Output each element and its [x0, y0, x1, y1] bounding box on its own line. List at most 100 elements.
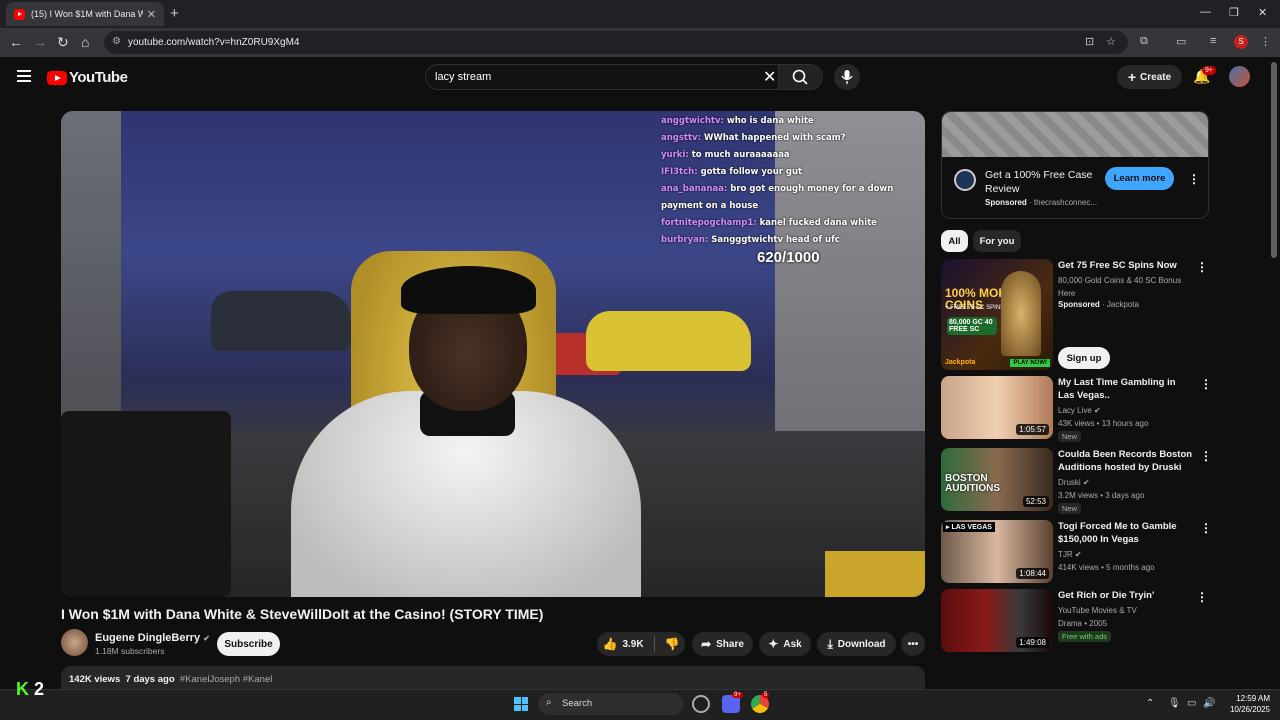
related-title[interactable]: My Last Time Gambling in Las Vegas.. — [1058, 376, 1193, 402]
related-channel[interactable]: Druski ✔ — [1058, 476, 1090, 489]
like-count[interactable]: 3.9K — [622, 639, 643, 650]
channel-avatar[interactable] — [61, 629, 88, 656]
related-thumbnail[interactable]: 1:49:08 — [941, 589, 1053, 652]
download-button[interactable]: ⤓ Download — [817, 632, 896, 656]
hashtags[interactable]: #KanelJoseph #Kanel — [180, 674, 272, 685]
related-meta: 43K views • 13 hours ago — [1058, 419, 1149, 428]
related-title[interactable]: Togi Forced Me to Gamble $150,000 In Veg… — [1058, 520, 1193, 546]
share-button[interactable]: ➦ Share — [692, 632, 753, 656]
address-bar[interactable]: ⚙ youtube.com/watch?v=hnZ0RU9XgM4 — [104, 31, 1128, 54]
promo-thumbnail[interactable]: 100% MORE COINS + FREE 75 SC SPINS 80,00… — [941, 259, 1053, 370]
promo-title[interactable]: Get 75 Free SC Spins Now — [1058, 259, 1193, 272]
create-button[interactable]: + Create — [1117, 65, 1182, 89]
kick-logo-icon: K — [16, 679, 29, 699]
network-icon[interactable]: ▭ — [1187, 698, 1196, 709]
media-control-icon[interactable]: ≡ — [1210, 35, 1216, 47]
chat-text: WWhat happened with scam? — [703, 133, 846, 143]
ad-sponsor-line: Sponsored · thecrashconnec... — [985, 198, 1098, 207]
chip-all[interactable]: All — [941, 230, 968, 252]
promo-menu-icon[interactable]: ⋮ — [1196, 260, 1208, 274]
volume-icon[interactable]: 🔊 — [1203, 698, 1215, 709]
channel-name[interactable]: Eugene DingleBerry ✔ — [95, 632, 210, 644]
related-thumbnail[interactable]: BOSTON AUDITIONS 52:53 — [941, 448, 1053, 511]
browser-toolbar: ← → ↻ ⌂ ⚙ youtube.com/watch?v=hnZ0RU9XgM… — [0, 28, 1280, 57]
windows-start-icon[interactable] — [514, 697, 528, 711]
promo-thumb-figure — [1001, 271, 1041, 356]
video-player[interactable]: anggtwichtv: who is dana white angsttv: W… — [61, 111, 925, 597]
related-thumbnail[interactable]: ▸ LAS VEGAS 1:08:44 — [941, 520, 1053, 583]
bookmark-star-icon[interactable]: ☆ — [1106, 35, 1116, 48]
goal-counter: 620/1000 — [757, 249, 820, 266]
taskbar-search[interactable]: ⌕ Search — [538, 693, 684, 715]
chat-username: burbryan: — [661, 235, 712, 245]
youtube-logo[interactable]: YouTube — [47, 69, 128, 86]
install-app-icon[interactable]: ⊡ — [1085, 35, 1094, 48]
advertiser-logo — [954, 169, 976, 191]
ad-menu-icon[interactable]: ⋮ — [1188, 172, 1200, 186]
extensions-icon[interactable]: ⧉ — [1140, 35, 1148, 48]
promo-thumb-play: PLAY NOW! — [1010, 359, 1050, 367]
back-icon[interactable]: ← — [9, 34, 23, 50]
related-channel[interactable]: Lacy Live ✔ — [1058, 404, 1101, 417]
subscribe-button[interactable]: Subscribe — [217, 632, 280, 656]
video-menu-icon[interactable]: ⋮ — [1200, 521, 1212, 535]
tab-close-icon[interactable]: ✕ — [147, 8, 156, 21]
related-channel[interactable]: YouTube Movies & TV — [1058, 604, 1137, 617]
forward-icon[interactable]: → — [33, 34, 47, 50]
chat-username: fortnitepogchamp1: — [661, 218, 760, 228]
search-button[interactable] — [778, 65, 822, 89]
chat-message: burbryan: Sangggtwichtv head of ufc — [661, 232, 911, 249]
chat-message: fortnitepogchamp1: kanel fucked dana whi… — [661, 215, 911, 232]
related-channel[interactable]: TJR ✔ — [1058, 548, 1082, 561]
scene-headset — [401, 266, 536, 314]
clear-search-icon[interactable]: ✕ — [763, 67, 776, 87]
video-menu-icon[interactable]: ⋮ — [1196, 590, 1208, 604]
browser-tab-active[interactable]: (15) I Won $1M with Dana Whi ✕ — [6, 2, 164, 26]
tray-overflow-icon[interactable]: ⌃ — [1146, 698, 1154, 709]
promo-thumb-brand: Jackpota — [945, 359, 976, 366]
minimize-icon[interactable]: — — [1200, 6, 1211, 18]
video-menu-icon[interactable]: ⋮ — [1200, 377, 1212, 391]
chip-for-you[interactable]: For you — [973, 230, 1021, 252]
related-meta: Drama • 2005 — [1058, 619, 1108, 628]
page-scrollbar[interactable] — [1271, 62, 1277, 258]
chat-text: gotta follow your gut — [700, 167, 803, 177]
restore-icon[interactable]: ❐ — [1229, 6, 1239, 19]
like-icon[interactable]: 👍 — [602, 637, 617, 651]
account-avatar[interactable] — [1229, 66, 1250, 87]
search-box[interactable]: lacy stream ✕ — [425, 64, 823, 90]
chat-message: anggtwichtv: who is dana white — [661, 113, 911, 130]
taskbar-app-icon[interactable] — [692, 695, 710, 713]
home-icon[interactable]: ⌂ — [81, 34, 89, 50]
guide-menu-icon[interactable] — [17, 70, 31, 85]
system-clock[interactable]: 12:59 AM 10/26/2025 — [1222, 693, 1270, 715]
learn-more-button[interactable]: Learn more — [1105, 167, 1174, 190]
mic-tray-icon[interactable]: 🎙 — [1168, 698, 1181, 709]
search-input[interactable]: lacy stream — [435, 71, 491, 83]
reload-icon[interactable]: ↻ — [57, 34, 69, 51]
related-thumbnail[interactable]: 1:05:57 — [941, 376, 1053, 439]
more-actions-button[interactable]: ••• — [901, 632, 925, 656]
sidebar-ad-card[interactable]: Get a 100% Free Case Review Sponsored · … — [941, 111, 1209, 219]
chat-message: yurki: to much auraaaaaaa — [661, 147, 911, 164]
new-tab-button[interactable]: + — [170, 5, 179, 22]
profile-avatar[interactable]: S — [1234, 35, 1248, 49]
search-icon: ⌕ — [546, 697, 552, 708]
chrome-menu-icon[interactable]: ⋮ — [1260, 35, 1271, 48]
sign-up-button[interactable]: Sign up — [1058, 347, 1110, 369]
related-title[interactable]: Coulda Been Records Boston Auditions hos… — [1058, 448, 1193, 474]
download-icon: ⤓ — [827, 636, 833, 651]
site-info-icon[interactable]: ⚙ — [112, 36, 121, 47]
ask-button[interactable]: ✦ Ask — [759, 632, 811, 656]
video-duration: 1:49:08 — [1016, 637, 1049, 648]
voice-search-button[interactable] — [834, 64, 860, 90]
stream-chat-overlay: anggtwichtv: who is dana white angsttv: W… — [661, 113, 911, 249]
sidepanel-icon[interactable]: ▭ — [1176, 35, 1186, 48]
related-title[interactable]: Get Rich or Die Tryin' — [1058, 589, 1193, 602]
chat-username: anggtwichtv: — [661, 116, 727, 126]
close-window-icon[interactable]: ✕ — [1258, 6, 1267, 19]
video-duration: 1:05:57 — [1016, 424, 1049, 435]
discord-badge: 9+ — [732, 692, 743, 698]
video-menu-icon[interactable]: ⋮ — [1200, 449, 1212, 463]
dislike-icon[interactable]: 👎 — [665, 637, 680, 651]
